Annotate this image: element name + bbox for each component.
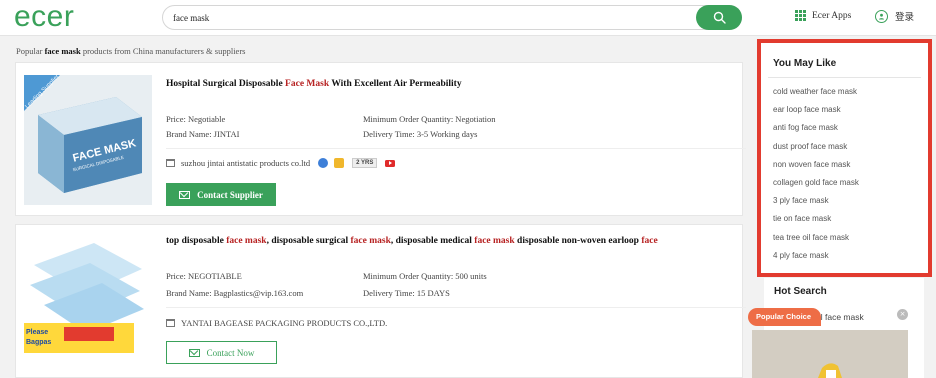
delivery-time: Delivery Time: 3-5 Working days: [363, 129, 478, 139]
close-icon[interactable]: ×: [897, 309, 908, 320]
contact-supplier-button[interactable]: Contact Supplier: [166, 183, 276, 206]
supplier-row: suzhou jintai antistatic products co.ltd…: [166, 158, 396, 168]
price: Price: Negotiable: [166, 114, 226, 124]
building-icon: [166, 159, 175, 167]
ecer-apps-link[interactable]: Ecer Apps: [795, 10, 851, 21]
popular-choice-image[interactable]: [752, 330, 908, 378]
contact-now-button[interactable]: Contact Now: [166, 341, 277, 364]
suggestion-link[interactable]: ear loop face mask: [773, 101, 859, 119]
you-may-like-title: You May Like: [773, 58, 837, 69]
user-icon: [875, 9, 888, 23]
results-keyword: face mask: [44, 46, 81, 56]
apps-label: Ecer Apps: [812, 10, 852, 21]
mail-icon: [179, 190, 191, 199]
supplier-row: YANTAI BAGEASE PACKAGING PRODUCTS CO.,LT…: [166, 318, 387, 328]
min-order-quantity: Minimum Order Quantity: Negotiation: [363, 114, 496, 124]
suggestion-link[interactable]: collagen gold face mask: [773, 174, 859, 192]
product-title[interactable]: Hospital Surgical Disposable Face Mask W…: [166, 77, 462, 91]
search-icon: [713, 11, 726, 24]
suggestion-link[interactable]: dust proof face mask: [773, 138, 859, 156]
apps-grid-icon: [795, 10, 806, 21]
video-icon[interactable]: [385, 159, 396, 167]
popular-choice-badge: Popular Choice: [748, 308, 821, 326]
product-image[interactable]: Leading Supplier FACE MASK SURGICAL DISP…: [24, 75, 152, 205]
suggestion-link[interactable]: non woven face mask: [773, 156, 859, 174]
login-label: 登录: [895, 13, 915, 23]
product-image[interactable]: Please Bagpas: [24, 235, 152, 365]
suggestion-link[interactable]: tea tree oil face mask: [773, 229, 859, 247]
brand-name: Brand Name: JINTAI: [166, 129, 240, 139]
suggestion-link[interactable]: 3 ply face mask: [773, 192, 859, 210]
supplier-name[interactable]: suzhou jintai antistatic products co.ltd: [181, 158, 310, 168]
hot-search-title: Hot Search: [774, 286, 827, 297]
results-summary: Popular face mask products from China ma…: [16, 46, 246, 56]
price: Price: NEGOTIABLE: [166, 271, 242, 281]
search-bar: [162, 5, 742, 30]
gold-supplier-icon: [334, 158, 345, 168]
you-may-like-panel: You May Like cold weather face mask ear …: [757, 39, 932, 277]
search-input[interactable]: [173, 9, 673, 27]
building-icon: [166, 319, 175, 327]
suggestion-link[interactable]: cold weather face mask: [773, 83, 859, 101]
product-card: Please Bagpas top disposable face mask, …: [15, 224, 746, 378]
search-button[interactable]: [696, 5, 742, 30]
suggestion-link[interactable]: 4 ply face mask: [773, 247, 859, 265]
product-card: Leading Supplier FACE MASK SURGICAL DISP…: [15, 62, 746, 216]
product-title[interactable]: top disposable face mask, disposable sur…: [166, 234, 658, 248]
min-order-quantity: Minimum Order Quantity: 500 units: [363, 271, 487, 281]
suggestion-link[interactable]: anti fog face mask: [773, 119, 859, 137]
login-link[interactable]: 登录: [875, 9, 914, 23]
suggestion-link[interactable]: tie on face mask: [773, 210, 859, 228]
top-header: ecer Ecer Apps 登录: [0, 0, 936, 36]
mail-icon: [188, 348, 200, 357]
years-badge: 2 YRS: [352, 158, 378, 168]
suggestion-list: cold weather face mask ear loop face mas…: [773, 83, 859, 265]
divider: [166, 148, 746, 149]
pack-text: Please: [26, 329, 49, 336]
hot-search-link[interactable]: al face mask: [816, 312, 864, 322]
delivery-time: Delivery Time: 15 DAYS: [363, 288, 450, 298]
brand-name: Brand Name: Bagplastics@vip.163.com: [166, 288, 304, 298]
pack-text: Bagpas: [26, 339, 52, 346]
verified-badge-icon: [318, 158, 329, 168]
supplier-name[interactable]: YANTAI BAGEASE PACKAGING PRODUCTS CO.,LT…: [181, 318, 387, 328]
divider: [768, 77, 921, 78]
ecer-logo[interactable]: ecer: [14, 1, 74, 33]
divider: [166, 307, 746, 308]
